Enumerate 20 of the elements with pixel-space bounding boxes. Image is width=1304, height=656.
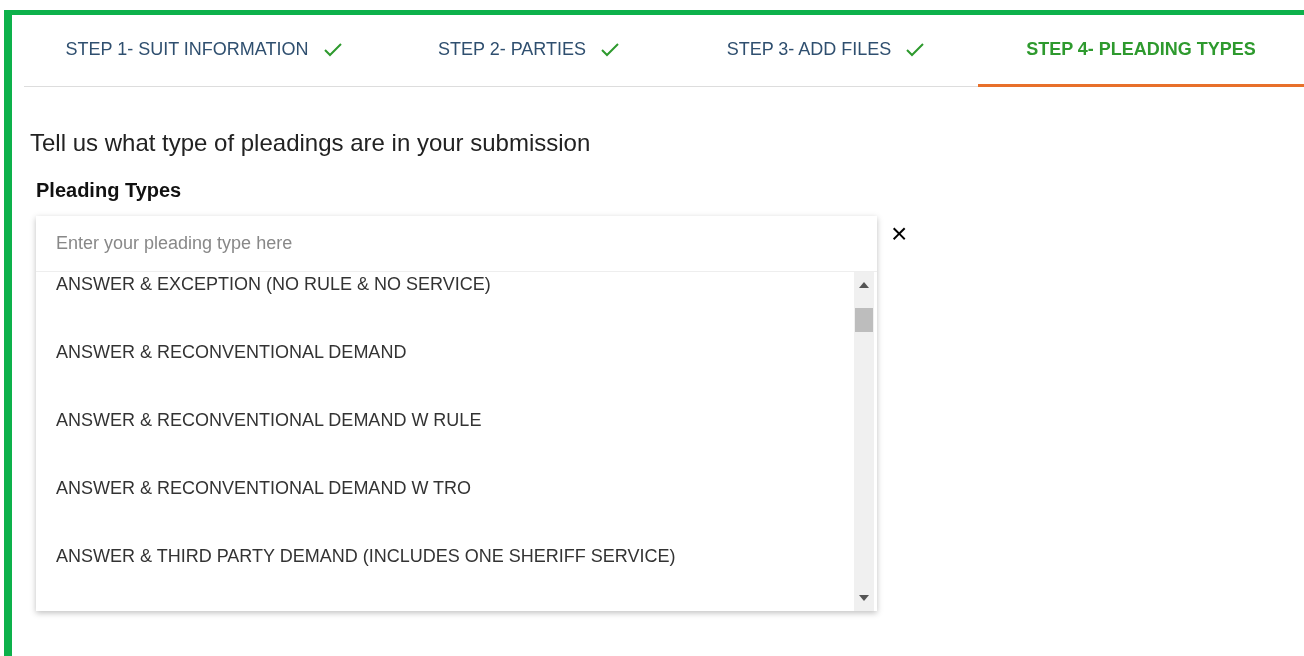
scroll-down-icon[interactable] xyxy=(859,595,869,601)
checkmark-icon xyxy=(322,41,343,58)
dropdown-option[interactable]: ANSWER & RECONVENTIONAL DEMAND W TRO xyxy=(36,454,854,522)
checkmark-icon xyxy=(905,41,926,58)
dropdown-option[interactable]: ANSWER & EXCEPTION (NO RULE & NO SERVICE) xyxy=(36,272,854,318)
pleading-type-input[interactable]: Enter your pleading type here xyxy=(36,216,877,272)
scrollbar[interactable] xyxy=(854,272,874,611)
step-tab[interactable]: STEP 3- ADD FILES xyxy=(674,15,978,87)
dropdown-option[interactable]: ANSWER & RECONVENTIONAL DEMAND xyxy=(36,318,854,386)
scroll-up-icon[interactable] xyxy=(859,282,869,288)
dropdown-option[interactable]: ANSWER & RECONVENTIONAL DEMAND W RULE xyxy=(36,386,854,454)
step-tab[interactable]: STEP 1- SUIT INFORMATION xyxy=(24,15,384,87)
checkmark-icon xyxy=(600,41,621,58)
field-label: Pleading Types xyxy=(36,179,183,202)
step-tab[interactable]: STEP 2- PARTIES xyxy=(384,15,674,87)
scrollbar-thumb[interactable] xyxy=(855,308,873,332)
dropdown-option[interactable]: ANSWER & THIRD PARTY DEMAND (INCLUDES ONE SHERIFF SERVICE) xyxy=(36,522,854,590)
instruction-heading: Tell us what type of pleadings are in your submission xyxy=(30,129,592,157)
step-tab[interactable]: STEP 4- PLEADING TYPES xyxy=(978,15,1304,87)
clear-button[interactable]: × xyxy=(891,220,908,248)
